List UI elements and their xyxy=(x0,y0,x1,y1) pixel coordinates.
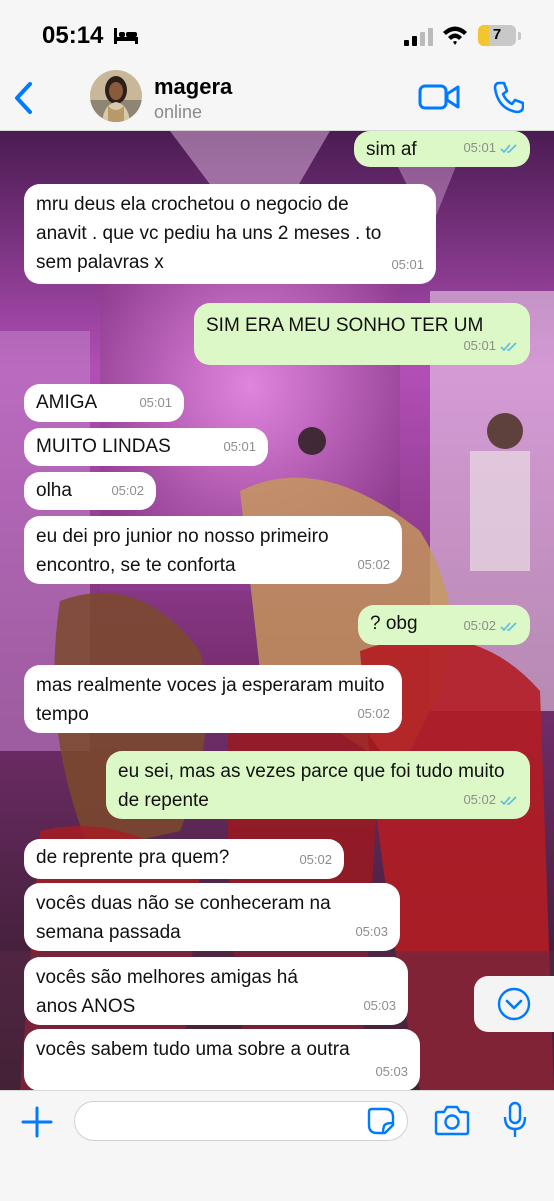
avatar[interactable] xyxy=(90,70,142,122)
message-meta: 05:02 xyxy=(463,611,518,640)
signal-icon xyxy=(404,28,433,46)
message-bubble-incoming[interactable]: vocês são melhores amigas há anos ANOS 0… xyxy=(24,957,408,1025)
message-bubble-incoming[interactable]: olha 05:02 xyxy=(24,472,156,510)
message-text: vocês duas não se conheceram na semana p… xyxy=(36,893,331,943)
read-receipt-icon xyxy=(500,341,517,351)
message-time: 05:02 xyxy=(111,483,144,498)
message-text: mru deus ela crochetou o negocio de anav… xyxy=(36,194,382,273)
message-bubble-incoming[interactable]: AMIGA 05:01 xyxy=(24,384,184,422)
wifi-icon xyxy=(443,26,467,45)
message-bubble-incoming[interactable]: vocês duas não se conheceram na semana p… xyxy=(24,883,400,951)
read-receipt-icon xyxy=(500,795,517,805)
message-bubble-incoming[interactable]: mas realmente voces ja esperaram muito t… xyxy=(24,665,402,733)
scroll-down-icon xyxy=(497,987,531,1021)
message-time: 05:01 xyxy=(223,439,256,454)
battery-level: 7 xyxy=(492,26,502,43)
video-call-icon[interactable] xyxy=(418,82,460,112)
message-time: 05:03 xyxy=(363,998,396,1013)
message-time: 05:02 xyxy=(299,852,332,867)
battery-indicator: 7 xyxy=(478,25,516,46)
contact-status: online xyxy=(154,102,203,122)
message-text: vocês sabem tudo uma sobre a outra xyxy=(36,1039,350,1060)
status-bar: 05:14 7 xyxy=(0,0,554,70)
read-receipt-icon xyxy=(500,621,517,631)
message-text: vocês são melhores amigas há anos ANOS xyxy=(36,967,298,1017)
message-bubble-incoming[interactable]: eu dei pro junior no nosso primeiro enco… xyxy=(24,516,402,584)
message-input-bar xyxy=(0,1090,554,1201)
camera-icon[interactable] xyxy=(434,1104,470,1136)
message-time: 05:02 xyxy=(357,557,390,572)
message-bubble-outgoing[interactable]: SIM ERA MEU SONHO TER UM 05:01 xyxy=(194,303,530,365)
sticker-icon[interactable] xyxy=(367,1107,395,1135)
bed-icon xyxy=(114,28,138,44)
message-bubble-incoming[interactable]: mru deus ela crochetou o negocio de anav… xyxy=(24,184,436,284)
chat-header: magera online xyxy=(0,70,554,131)
message-time: 05:03 xyxy=(355,924,388,939)
message-bubble-incoming[interactable]: de reprente pra quem? 05:02 xyxy=(24,839,344,879)
message-bubble-outgoing[interactable]: eu sei, mas as vezes parce que foi tudo … xyxy=(106,751,530,819)
message-meta: 05:01 xyxy=(463,133,518,162)
message-text: eu dei pro junior no nosso primeiro enco… xyxy=(36,526,329,576)
message-time: 05:02 xyxy=(463,792,496,807)
microphone-icon[interactable] xyxy=(502,1101,528,1139)
message-time: 05:03 xyxy=(375,1064,408,1079)
message-bubble-outgoing[interactable]: ? obg 05:02 xyxy=(358,605,530,645)
chat-area: sim af 05:01 mru deus ela crochetou o ne… xyxy=(0,131,554,1090)
status-time: 05:14 xyxy=(42,22,104,49)
phone-icon[interactable] xyxy=(492,80,524,114)
message-time: 05:01 xyxy=(463,338,496,353)
message-bubble-incoming[interactable]: MUITO LINDAS 05:01 xyxy=(24,428,268,466)
message-text: eu sei, mas as vezes parce que foi tudo … xyxy=(118,761,505,811)
message-time: 05:02 xyxy=(357,706,390,721)
message-time: 05:01 xyxy=(391,257,424,272)
read-receipt-icon xyxy=(500,143,517,153)
scroll-to-bottom-button[interactable] xyxy=(474,976,554,1032)
message-time: 05:01 xyxy=(463,140,496,155)
message-meta: 05:01 xyxy=(463,331,518,360)
battery-tip xyxy=(518,32,521,40)
contact-name[interactable]: magera xyxy=(154,74,232,100)
message-time: 05:02 xyxy=(463,618,496,633)
message-input[interactable] xyxy=(74,1101,408,1141)
message-bubble-incoming[interactable]: vocês sabem tudo uma sobre a outra 05:03 xyxy=(24,1029,420,1090)
plus-icon[interactable] xyxy=(20,1105,54,1139)
message-time: 05:01 xyxy=(139,395,172,410)
message-text: mas realmente voces ja esperaram muito t… xyxy=(36,675,385,725)
message-bubble-outgoing[interactable]: sim af 05:01 xyxy=(354,131,530,167)
message-meta: 05:02 xyxy=(463,785,518,814)
back-icon[interactable] xyxy=(10,80,38,116)
message-text: de reprente pra quem? xyxy=(36,847,230,868)
